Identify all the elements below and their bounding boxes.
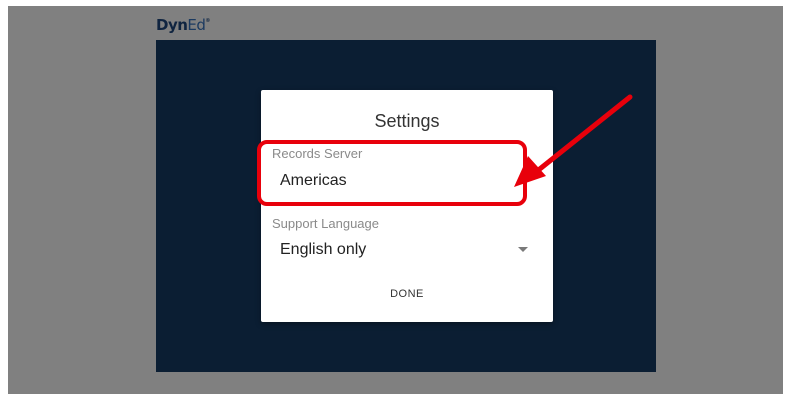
dialog-title: Settings: [374, 111, 440, 131]
highlight-annotation-box: [257, 140, 527, 206]
support-language-label: Support Language: [272, 216, 379, 231]
logo-registered-mark: ®: [205, 18, 210, 24]
settings-dialog: Settings Records Server Americas Support…: [261, 90, 553, 322]
dynEd-logo: DynEd®: [156, 16, 210, 34]
done-button[interactable]: DONE: [377, 288, 437, 306]
logo-accent-text: Ed: [187, 16, 206, 34]
support-language-value: English only: [280, 241, 367, 258]
logo-main-text: Dyn: [156, 16, 188, 34]
support-language-select[interactable]: English only: [272, 235, 534, 265]
dropdown-caret-icon: [518, 247, 528, 252]
